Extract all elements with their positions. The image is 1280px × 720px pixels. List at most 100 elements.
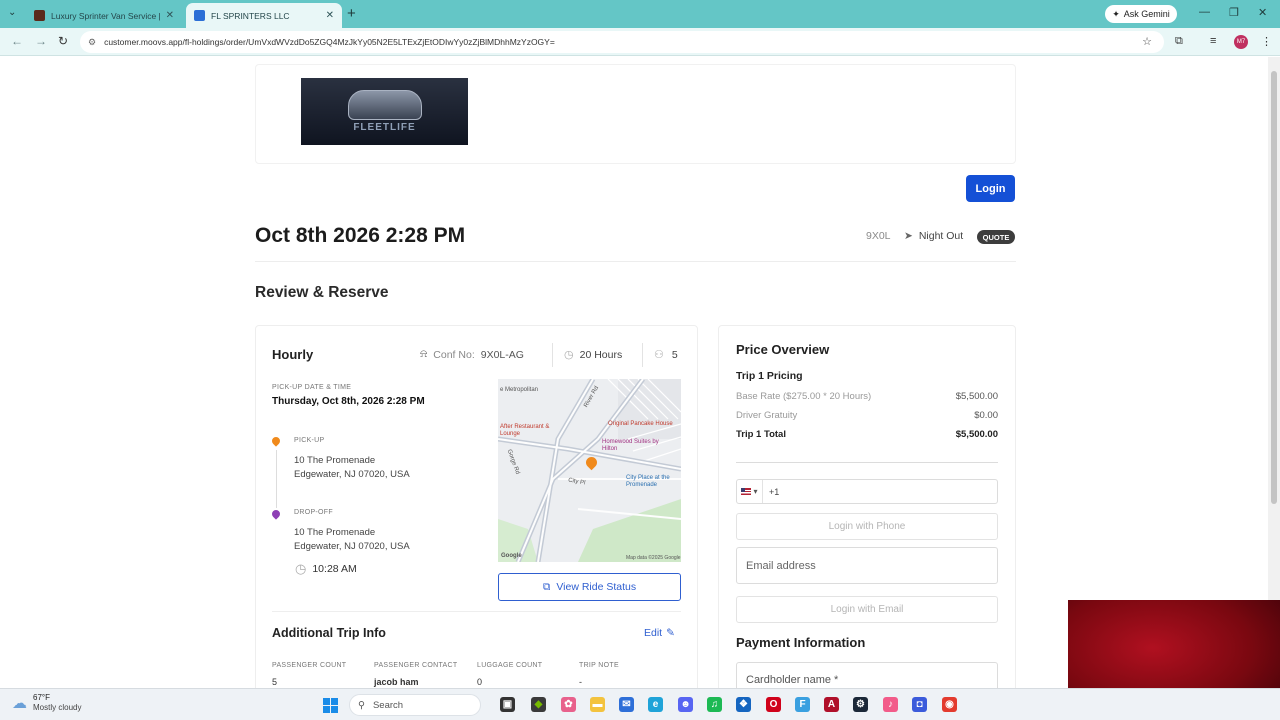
sparkle-icon: ✦ bbox=[1112, 8, 1120, 19]
weather-widget[interactable]: ☁ 67°F Mostly cloudy bbox=[12, 693, 81, 713]
login-with-phone-button[interactable]: Login with Phone bbox=[736, 513, 998, 540]
search-icon: ⚲ bbox=[358, 699, 365, 711]
column-value: - bbox=[579, 677, 582, 687]
divider bbox=[552, 343, 553, 367]
taskbar-search[interactable]: ⚲ Search bbox=[349, 694, 481, 716]
forward-icon[interactable]: → bbox=[35, 34, 47, 48]
phone-input[interactable] bbox=[763, 486, 997, 497]
divider bbox=[736, 462, 998, 463]
app-icon[interactable]: ♫ bbox=[707, 697, 722, 712]
bookmark-star-icon[interactable]: ☆ bbox=[1142, 35, 1152, 48]
file-explorer-icon[interactable]: ▬ bbox=[590, 697, 605, 712]
login-with-email-button[interactable]: Login with Email bbox=[736, 596, 998, 623]
google-logo: Google bbox=[501, 553, 522, 559]
edit-label: Edit bbox=[644, 627, 663, 639]
site-info-icon[interactable]: ⚙ bbox=[88, 37, 96, 48]
country-select[interactable]: ▾ bbox=[737, 480, 763, 503]
browser-tab-fl-sprinters[interactable]: FL SPRINTERS LLC ✕ bbox=[186, 3, 342, 28]
url-field[interactable]: ⚙ customer.moovs.app/fl-holdings/order/U… bbox=[80, 31, 1164, 53]
mail-icon[interactable]: ✉ bbox=[619, 697, 634, 712]
external-link-icon: ⧉ bbox=[542, 580, 551, 593]
windows-taskbar: ☁ 67°F Mostly cloudy ⚲ Search ▣ ◆ ✿ ▬ ✉ … bbox=[0, 688, 1280, 720]
edit-trip-button[interactable]: Edit ✎ bbox=[644, 627, 675, 639]
map-label: City Place at the Promenade bbox=[626, 475, 670, 488]
passenger-value: 5 bbox=[671, 348, 678, 361]
login-button[interactable]: Login bbox=[966, 175, 1015, 202]
confirmation-number: ⍾ Conf No: 9X0L-AG bbox=[420, 348, 524, 361]
service-type: Hourly bbox=[272, 347, 314, 362]
route-map[interactable]: e Metropolitan After Restaurant & Lounge… bbox=[498, 379, 681, 562]
app-icon[interactable]: ◘ bbox=[912, 697, 927, 712]
price-row-label: Trip 1 Total bbox=[736, 429, 786, 440]
route-line bbox=[276, 450, 277, 508]
divider bbox=[272, 611, 681, 612]
company-logo: FLEETLIFE bbox=[301, 78, 468, 145]
page-scrollbar[interactable] bbox=[1268, 57, 1280, 688]
additional-info-title: Additional Trip Info bbox=[272, 626, 386, 640]
page-title: Oct 8th 2026 2:28 PM bbox=[255, 224, 466, 247]
media-controls-icon[interactable]: ≡ bbox=[1210, 35, 1216, 47]
restore-icon[interactable]: ❐ bbox=[1229, 6, 1239, 19]
dropbox-icon[interactable]: ❖ bbox=[736, 697, 751, 712]
new-tab-icon[interactable]: + bbox=[347, 5, 356, 22]
copilot-icon[interactable]: ✿ bbox=[561, 697, 576, 712]
pickup-label: PICK-UP bbox=[294, 437, 325, 444]
opera-icon[interactable]: O bbox=[766, 697, 781, 712]
price-row-value: $0.00 bbox=[974, 410, 998, 421]
price-title: Price Overview bbox=[736, 342, 830, 357]
extensions-icon[interactable]: ⧉ bbox=[1175, 35, 1183, 48]
scrollbar-thumb[interactable] bbox=[1271, 71, 1277, 504]
app-f-icon[interactable]: F bbox=[795, 697, 810, 712]
map-attribution: Map data ©2025 Google bbox=[626, 555, 681, 561]
task-view-icon[interactable]: ▣ bbox=[500, 697, 515, 712]
discord-icon[interactable]: ☻ bbox=[678, 697, 693, 712]
ask-gemini-label: Ask Gemini bbox=[1123, 9, 1170, 19]
close-window-icon[interactable]: ✕ bbox=[1258, 6, 1267, 19]
clock-icon: ◷ bbox=[295, 561, 307, 576]
tab-close-icon[interactable]: ✕ bbox=[326, 10, 334, 21]
pickup-address-line1: 10 The Promenade bbox=[294, 455, 376, 466]
view-ride-status-button[interactable]: ⧉ View Ride Status bbox=[498, 573, 681, 601]
person-icon: ⚇ bbox=[654, 349, 664, 361]
profile-avatar[interactable]: M7 bbox=[1234, 35, 1248, 49]
chrome-menu-icon[interactable]: ⋮ bbox=[1261, 35, 1272, 48]
reload-icon[interactable]: ↻ bbox=[58, 34, 68, 48]
dropoff-address-line1: 10 The Promenade bbox=[294, 527, 376, 538]
itunes-icon[interactable]: ♪ bbox=[883, 697, 898, 712]
tab-title: Luxury Sprinter Van Service | Ed bbox=[51, 10, 162, 21]
chrome-icon[interactable]: ◉ bbox=[942, 697, 957, 712]
clock-icon: ◷ bbox=[564, 349, 574, 361]
column-header: TRIP NOTE bbox=[579, 662, 619, 669]
logo-wordmark: FLEETLIFE bbox=[353, 122, 416, 133]
browser-tab-luxury[interactable]: Luxury Sprinter Van Service | Ed ✕ bbox=[26, 3, 182, 28]
dropoff-address-line2: Edgewater, NJ 07020, USA bbox=[294, 540, 410, 552]
edge-icon[interactable]: e bbox=[648, 697, 663, 712]
steam-icon[interactable]: ⚙ bbox=[853, 697, 868, 712]
ask-gemini-button[interactable]: ✦ Ask Gemini bbox=[1105, 5, 1177, 23]
tab-search-icon[interactable]: ⌄ bbox=[8, 7, 16, 18]
price-row: Base Rate ($275.00 * 20 Hours) $5,500.00 bbox=[736, 391, 998, 402]
tab-close-icon[interactable]: ✕ bbox=[166, 10, 174, 21]
price-row: Driver Gratuity $0.00 bbox=[736, 410, 998, 421]
column-header: LUGGAGE COUNT bbox=[477, 662, 543, 669]
edit-icon: ✎ bbox=[666, 627, 675, 639]
map-label: Original Pancake House bbox=[608, 421, 673, 427]
nvidia-icon[interactable]: ◆ bbox=[531, 697, 546, 712]
bell-icon: ⍾ bbox=[420, 348, 428, 360]
view-status-label: View Ride Status bbox=[556, 581, 637, 593]
price-row-label: Base Rate ($275.00 * 20 Hours) bbox=[736, 391, 872, 402]
pickup-address: 10 The Promenade Edgewater, NJ 07020, US… bbox=[294, 454, 410, 481]
tab-title: FL SPRINTERS LLC bbox=[211, 10, 290, 21]
browser-tab-bar: ⌄ Luxury Sprinter Van Service | Ed ✕ FL … bbox=[0, 0, 1280, 28]
email-field[interactable] bbox=[736, 547, 998, 584]
back-icon[interactable]: ← bbox=[11, 34, 23, 48]
map-label: e Metropolitan bbox=[500, 387, 539, 393]
address-bar-row: ← → ↻ ⚙ customer.moovs.app/fl-holdings/o… bbox=[0, 28, 1280, 56]
minimize-icon[interactable]: — bbox=[1199, 6, 1210, 18]
map-label: After Restaurant & Lounge bbox=[500, 424, 550, 437]
start-button[interactable] bbox=[323, 698, 338, 713]
column-header: PASSENGER COUNT bbox=[272, 662, 347, 669]
trip-name-label: Night Out bbox=[918, 230, 964, 242]
url-text: customer.moovs.app/fl-holdings/order/UmV… bbox=[104, 37, 555, 47]
app-a-icon[interactable]: A bbox=[824, 697, 839, 712]
